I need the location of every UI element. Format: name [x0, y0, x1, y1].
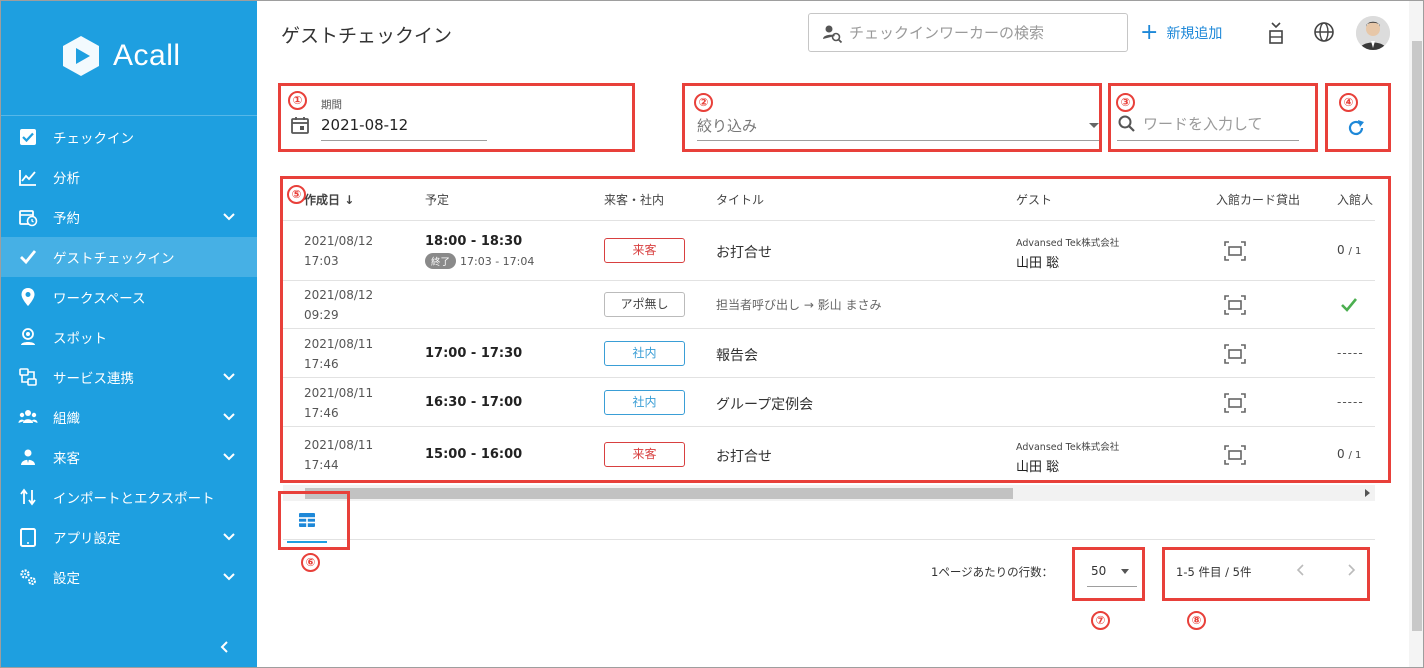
- logo-text: Acall: [113, 39, 181, 72]
- annotation-box-2: [682, 83, 1102, 152]
- chevron-down-icon[interactable]: [221, 409, 237, 425]
- plus-icon: +: [1140, 20, 1159, 45]
- person-pin-icon: [17, 326, 39, 348]
- integration-icon: [17, 366, 39, 388]
- annotation-box-8: [1162, 547, 1370, 601]
- worker-search-input[interactable]: [849, 23, 1109, 42]
- sidebar-item-label: ワークスペース: [53, 291, 146, 307]
- annotation-number-1: ①: [288, 91, 307, 110]
- scroll-right-arrow-icon[interactable]: [1365, 489, 1370, 497]
- annotation-number-4: ④: [1339, 93, 1358, 112]
- sidebar-item-label: 予約: [53, 211, 80, 227]
- sidebar: Acall チェックイン 分析予約ゲストチェックイン ワークスペース スポットサービス…: [1, 1, 257, 667]
- sidebar-item-label: 分析: [53, 171, 80, 187]
- annotation-box-5: [280, 176, 1391, 483]
- vertical-scrollbar[interactable]: [1409, 1, 1423, 667]
- sidebar-divider: [1, 115, 257, 116]
- chevron-down-icon[interactable]: [221, 569, 237, 585]
- sidebar-item-6[interactable]: サービス連携: [1, 357, 257, 397]
- sidebar-item-3[interactable]: ゲストチェックイン: [1, 237, 257, 277]
- sidebar-nav: チェックイン 分析予約ゲストチェックイン ワークスペース スポットサービス連携 組織来客…: [1, 117, 257, 597]
- tablet-icon: [17, 526, 39, 548]
- annotation-box-6: [278, 491, 350, 550]
- vertical-scrollbar-thumb[interactable]: [1412, 41, 1422, 631]
- chart-line-icon: [17, 166, 39, 188]
- group-icon: [17, 406, 39, 428]
- collapse-sidebar-icon[interactable]: [215, 637, 235, 657]
- app-logo[interactable]: Acall: [59, 33, 209, 79]
- page-title: ゲストチェックイン: [281, 25, 453, 47]
- worker-search-box[interactable]: [808, 13, 1128, 52]
- sidebar-item-2[interactable]: 予約: [1, 197, 257, 237]
- sidebar-item-8[interactable]: 来客: [1, 437, 257, 477]
- floor-select-icon[interactable]: [1263, 19, 1289, 45]
- sidebar-item-9[interactable]: インポートとエクスポート: [1, 477, 257, 517]
- chevron-down-icon[interactable]: [221, 449, 237, 465]
- globe-icon[interactable]: [1311, 19, 1337, 45]
- sidebar-item-label: インポートとエクスポート: [53, 491, 215, 507]
- sidebar-item-label: サービス連携: [53, 371, 134, 387]
- location-pin-icon: [17, 286, 39, 308]
- sidebar-item-5[interactable]: スポット: [1, 317, 257, 357]
- annotation-box-4: [1325, 83, 1391, 152]
- chevron-down-icon[interactable]: [221, 369, 237, 385]
- annotation-box-7: [1072, 547, 1145, 601]
- chevron-down-icon[interactable]: [221, 529, 237, 545]
- annotation-number-3: ③: [1116, 93, 1135, 112]
- visitor-icon: [17, 446, 39, 468]
- app-window: Acall チェックイン 分析 予約 ゲストチェックイン ワークスペース スポット サービス…: [0, 0, 1424, 668]
- sidebar-item-10[interactable]: アプリ設定: [1, 517, 257, 557]
- horizontal-scrollbar[interactable]: [283, 485, 1375, 501]
- annotation-number-8: ⑧: [1187, 611, 1206, 630]
- sidebar-item-label: スポット: [53, 331, 107, 347]
- acall-logo-icon: [63, 36, 99, 76]
- footer-divider: [283, 539, 1375, 540]
- sidebar-item-4[interactable]: ワークスペース: [1, 277, 257, 317]
- annotation-box-3: [1108, 83, 1318, 152]
- sidebar-item-label: アプリ設定: [53, 531, 121, 547]
- person-search-icon: [823, 25, 843, 43]
- add-new-label: 新規追加: [1166, 26, 1223, 42]
- sidebar-item-label: 設定: [53, 571, 80, 587]
- checkbox-icon: [17, 126, 39, 148]
- user-avatar[interactable]: [1356, 16, 1390, 50]
- scrollbar-thumb[interactable]: [305, 488, 1013, 499]
- check-icon: [17, 246, 39, 268]
- rows-per-page-label: 1ページあたりの行数：: [931, 565, 1054, 579]
- gears-icon: [17, 566, 39, 588]
- sidebar-item-label: チェックイン: [53, 131, 134, 147]
- annotation-number-6: ⑥: [301, 553, 320, 572]
- chevron-down-icon[interactable]: [221, 209, 237, 225]
- annotation-number-2: ②: [694, 93, 713, 112]
- sidebar-item-7[interactable]: 組織: [1, 397, 257, 437]
- import-export-icon: [17, 486, 39, 508]
- calendar-clock-icon: [17, 206, 39, 228]
- add-new-button[interactable]: + 新規追加: [1140, 20, 1223, 45]
- sidebar-item-label: ゲストチェックイン: [53, 251, 175, 267]
- annotation-number-7: ⑦: [1091, 611, 1110, 630]
- annotation-box-1: [278, 83, 635, 152]
- sidebar-item-1[interactable]: 分析: [1, 157, 257, 197]
- sidebar-item-label: 来客: [53, 451, 80, 467]
- sidebar-item-11[interactable]: 設定: [1, 557, 257, 597]
- avatar-person-icon: [1356, 16, 1390, 50]
- sidebar-item-0[interactable]: チェックイン: [1, 117, 257, 157]
- sidebar-item-label: 組織: [53, 411, 80, 427]
- annotation-number-5: ⑤: [287, 185, 306, 204]
